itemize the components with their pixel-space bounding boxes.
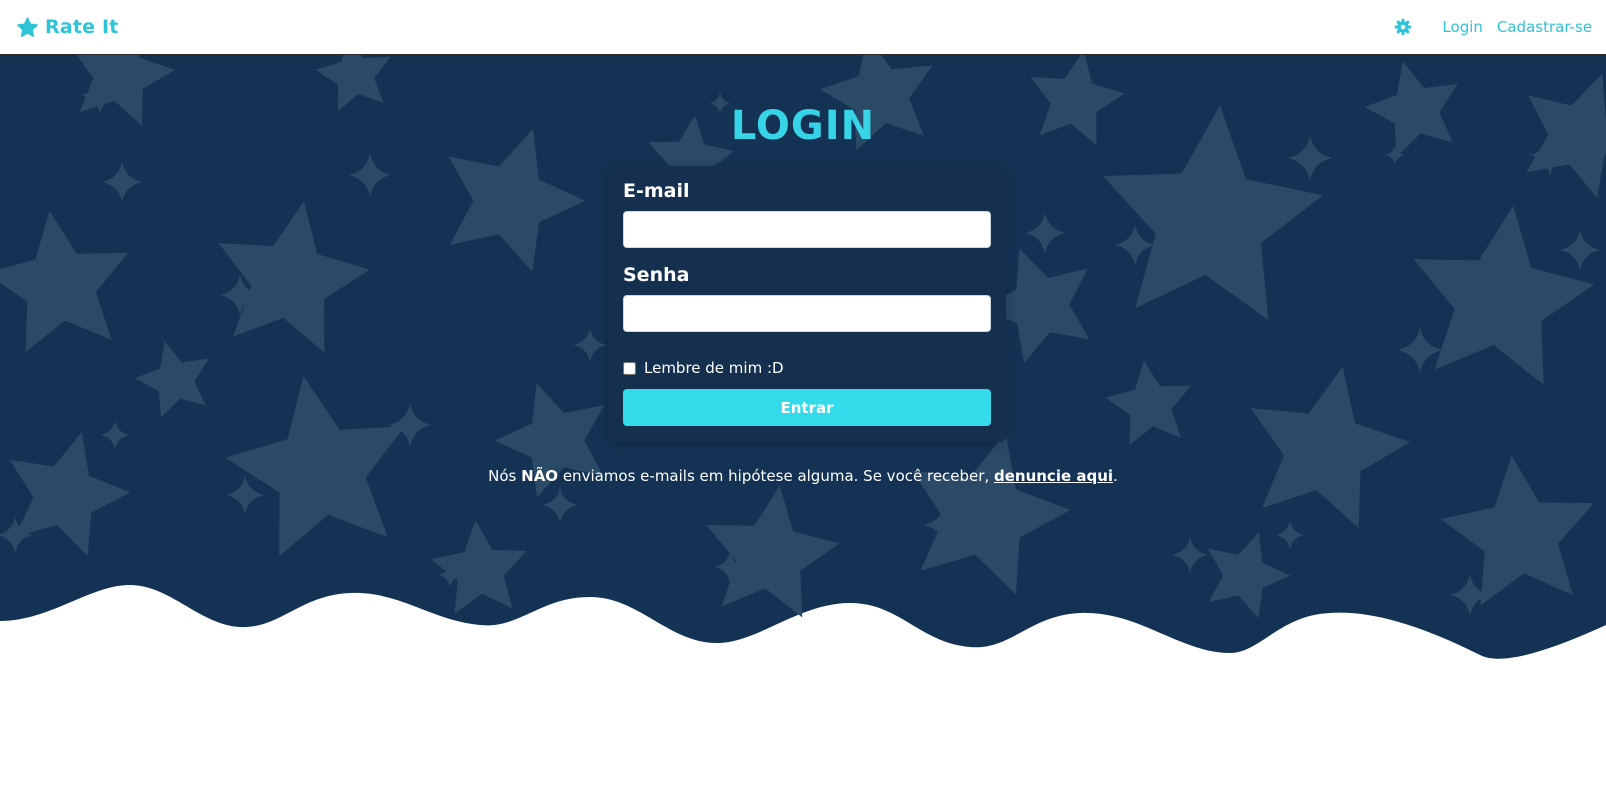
email-label: E-mail <box>623 180 690 202</box>
remember-me-checkbox[interactable] <box>623 361 636 375</box>
password-label: Senha <box>623 264 690 286</box>
remember-me-label: Lembre de mim :D <box>644 359 784 377</box>
email-field[interactable] <box>623 211 991 248</box>
password-field[interactable] <box>623 295 991 332</box>
brand-name: Rate It <box>45 16 119 38</box>
remember-me: Lembre de mim :D <box>623 359 784 377</box>
nav-links: Login Cadastrar-se <box>1394 18 1592 36</box>
page-title: LOGIN <box>730 103 876 149</box>
notice-text-after: . <box>1113 467 1118 485</box>
submit-button[interactable]: Entrar <box>623 389 991 426</box>
report-link[interactable]: denuncie aqui <box>994 467 1113 485</box>
login-hero: LOGIN E-mail Senha Lembre de mim :D Entr… <box>0 55 1606 675</box>
email-warning: Nós NÃO enviamos e-mails em hipótese alg… <box>0 467 1606 485</box>
login-form: E-mail Senha Lembre de mim :D Entrar <box>608 166 1006 442</box>
brand-link[interactable]: Rate It <box>16 16 119 39</box>
notice-emphasis: NÃO <box>521 467 559 485</box>
navbar: Rate It Login Cadastrar-se <box>0 0 1606 55</box>
notice-text-before: Nós <box>488 467 522 485</box>
notice-text-middle: enviamos e-mails em hipótese alguma. Se … <box>558 467 994 485</box>
gear-icon[interactable] <box>1394 18 1412 36</box>
nav-login-link[interactable]: Login <box>1442 18 1482 36</box>
nav-signup-link[interactable]: Cadastrar-se <box>1497 18 1592 36</box>
star-icon <box>17 16 38 37</box>
